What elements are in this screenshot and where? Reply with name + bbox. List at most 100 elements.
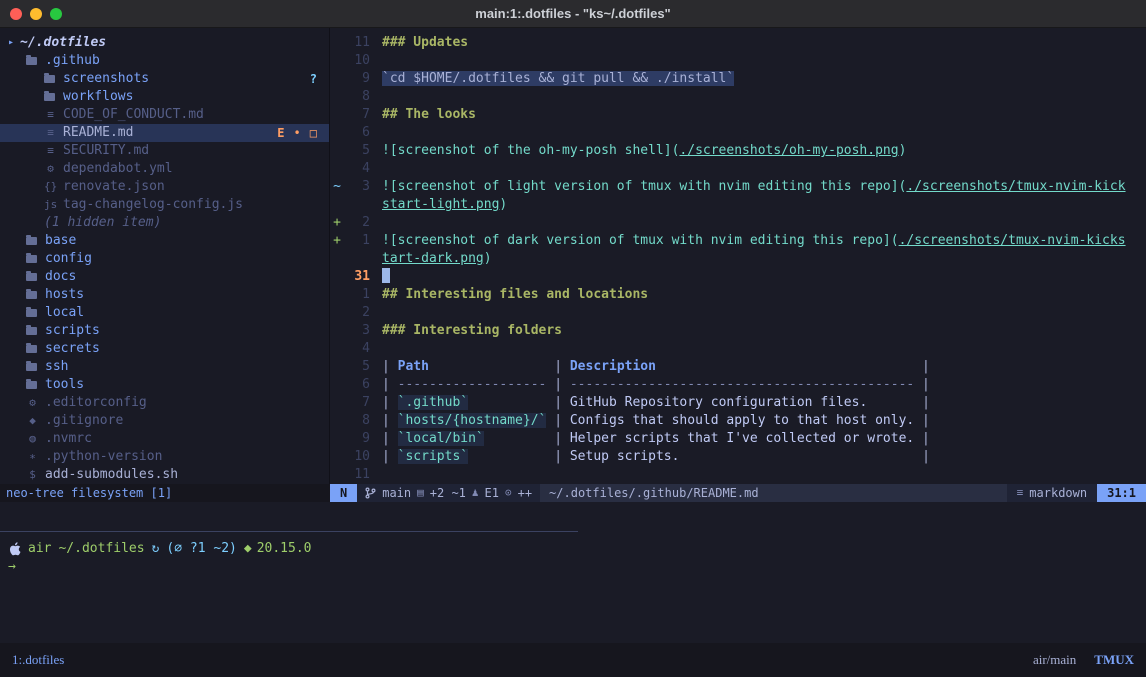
editor-line[interactable]: 31 <box>330 268 1146 286</box>
editor-line[interactable]: 3### Interesting folders <box>330 322 1146 340</box>
tree-item-secrets[interactable]: secrets <box>0 340 329 358</box>
tree-item-hosts[interactable]: hosts <box>0 286 329 304</box>
tree-item-label: .python-version <box>45 448 162 466</box>
folder-icon <box>44 75 55 83</box>
editor-line[interactable]: 1## Interesting files and locations <box>330 286 1146 304</box>
editor-line[interactable]: 2 <box>330 304 1146 322</box>
tree-item-security-md[interactable]: ≡ SECURITY.md <box>0 142 329 160</box>
editor-line[interactable]: start-light.png) <box>330 196 1146 214</box>
file-icon: ≡ <box>44 142 57 160</box>
tree-item-editorconfig[interactable]: ⚙.editorconfig <box>0 394 329 412</box>
editor-line[interactable]: 6| ------------------- | ---------------… <box>330 376 1146 394</box>
tree-item-code-of-conduct-md[interactable]: ≡CODE_OF_CONDUCT.md <box>0 106 329 124</box>
editor-line[interactable]: 4 <box>330 340 1146 358</box>
tree-item-label: renovate.json <box>63 178 165 196</box>
tree-item-dependabot-yml[interactable]: ⚙dependabot.yml <box>0 160 329 178</box>
editor-line[interactable]: 10 <box>330 52 1146 70</box>
tree-item-screenshots[interactable]: screenshots? <box>0 70 329 88</box>
prompt-cwd: ~/.dotfiles <box>58 540 144 558</box>
tree-item-dotfiles[interactable]: ▸~/.dotfiles <box>0 34 329 52</box>
hidden-items-label: (1 hidden item) <box>44 214 161 232</box>
tmux-window-item[interactable]: 1:.dotfiles <box>12 652 64 668</box>
tree-item-tag-changelog-config-js[interactable]: jstag-changelog-config.js <box>0 196 329 214</box>
zoom-button[interactable] <box>50 8 62 20</box>
tree-item-add-submodules-sh[interactable]: $add-submodules.sh <box>0 466 329 484</box>
modified-badge: • <box>294 124 301 142</box>
editor-line[interactable]: 4 <box>330 160 1146 178</box>
editor-line[interactable]: tart-dark.png) <box>330 250 1146 268</box>
statusbar: neo-tree filesystem [1] N main ▤ +2 ~1 ♟… <box>0 484 1146 502</box>
editor-line[interactable]: 11### Updates <box>330 34 1146 52</box>
tree-item-readme-md[interactable]: ≡README.mdE•□ <box>0 124 329 142</box>
editor-line[interactable]: 6 <box>330 124 1146 142</box>
tree-item-label: SECURITY.md <box>63 142 149 160</box>
tree-item-config[interactable]: config <box>0 250 329 268</box>
editor-line[interactable]: +2 <box>330 214 1146 232</box>
tree-item-nvmrc[interactable]: ◍.nvmrc <box>0 430 329 448</box>
traffic-lights <box>10 0 62 27</box>
tree-item-label: scripts <box>45 322 100 340</box>
editor-line[interactable]: 8 <box>330 88 1146 106</box>
git-status-badges: ? <box>310 70 329 88</box>
editor-panel[interactable]: 11### Updates109`cd $HOME/.dotfiles && g… <box>330 28 1146 484</box>
line-text: start-light.png) <box>382 196 1146 214</box>
tree-item-docs[interactable]: docs <box>0 268 329 286</box>
line-number: 11 <box>344 466 370 484</box>
editor-line[interactable]: 9`cd $HOME/.dotfiles && git pull && ./in… <box>330 70 1146 88</box>
editor-line[interactable]: 5![screenshot of the oh-my-posh shell](.… <box>330 142 1146 160</box>
git-sign <box>330 304 344 322</box>
git-sign: + <box>330 232 344 250</box>
tree-item-ssh[interactable]: ssh <box>0 358 329 376</box>
git-sign <box>330 142 344 160</box>
lsp-status: ++ <box>518 484 532 502</box>
tree-item-renovate-json[interactable]: {}renovate.json <box>0 178 329 196</box>
apple-icon <box>8 542 21 556</box>
editor-line[interactable]: ~3![screenshot of light version of tmux … <box>330 178 1146 196</box>
editor-line[interactable]: 5| Path | Description | <box>330 358 1146 376</box>
tree-item-1-hidden-item[interactable]: (1 hidden item) <box>0 214 329 232</box>
shell-pane[interactable]: air ~/.dotfiles ↻ (⌀ ?1 ~2) ◆ 20.15.0 → <box>0 532 1146 643</box>
neo-tree-panel[interactable]: ▸~/.dotfiles.githubscreenshots?workflows… <box>0 28 330 484</box>
tree-item-label: .github <box>45 52 100 70</box>
editor-line[interactable]: 7## The looks <box>330 106 1146 124</box>
close-button[interactable] <box>10 8 22 20</box>
line-text <box>382 160 1146 178</box>
node-version: 20.15.0 <box>257 540 312 558</box>
node-segment: ◆ 20.15.0 <box>244 540 312 558</box>
tree-item-github[interactable]: .github <box>0 52 329 70</box>
editor-line[interactable]: 8| `hosts/{hostname}/` | Configs that sh… <box>330 412 1146 430</box>
editor-line[interactable]: 9| `local/bin` | Helper scripts that I'v… <box>330 430 1146 448</box>
diagnostic-error-badge: E <box>277 124 284 142</box>
tree-item-scripts[interactable]: scripts <box>0 322 329 340</box>
folder-icon <box>26 363 37 371</box>
shell-input-line[interactable]: → <box>8 558 1146 576</box>
terminal-window: main:1:.dotfiles - "ks~/.dotfiles" ▸~/.d… <box>0 0 1146 677</box>
line-text: | ------------------- | ----------------… <box>382 376 1146 394</box>
tree-item-label: workflows <box>63 88 133 106</box>
line-text: ### Interesting folders <box>382 322 1146 340</box>
minimize-button[interactable] <box>30 8 42 20</box>
editor-buffer: 11### Updates109`cd $HOME/.dotfiles && g… <box>330 34 1146 484</box>
line-number: 9 <box>344 430 370 448</box>
git-sign <box>330 160 344 178</box>
line-text: tart-dark.png) <box>382 250 1146 268</box>
file-icon: $ <box>26 466 39 484</box>
tree-item-tools[interactable]: tools <box>0 376 329 394</box>
git-branch-name: main <box>382 484 411 502</box>
line-number: 1 <box>344 232 370 250</box>
editor-line[interactable]: 10| `scripts` | Setup scripts. | <box>330 448 1146 466</box>
line-text: | Path | Description | <box>382 358 1146 376</box>
editor-line[interactable]: 11 <box>330 466 1146 484</box>
editor-line[interactable]: +1![screenshot of dark version of tmux w… <box>330 232 1146 250</box>
editor-line[interactable]: 7| `.github` | GitHub Repository configu… <box>330 394 1146 412</box>
expander-icon[interactable]: ▸ <box>8 34 14 52</box>
tree-item-local[interactable]: local <box>0 304 329 322</box>
tree-item-base[interactable]: base <box>0 232 329 250</box>
tree-item-workflows[interactable]: workflows <box>0 88 329 106</box>
tree-item-gitignore[interactable]: ◆.gitignore <box>0 412 329 430</box>
file-icon: ◆ <box>26 412 39 430</box>
git-sign <box>330 88 344 106</box>
tree-item-python-version[interactable]: ∗.python-version <box>0 448 329 466</box>
line-number: 7 <box>344 106 370 124</box>
line-text <box>382 304 1146 322</box>
